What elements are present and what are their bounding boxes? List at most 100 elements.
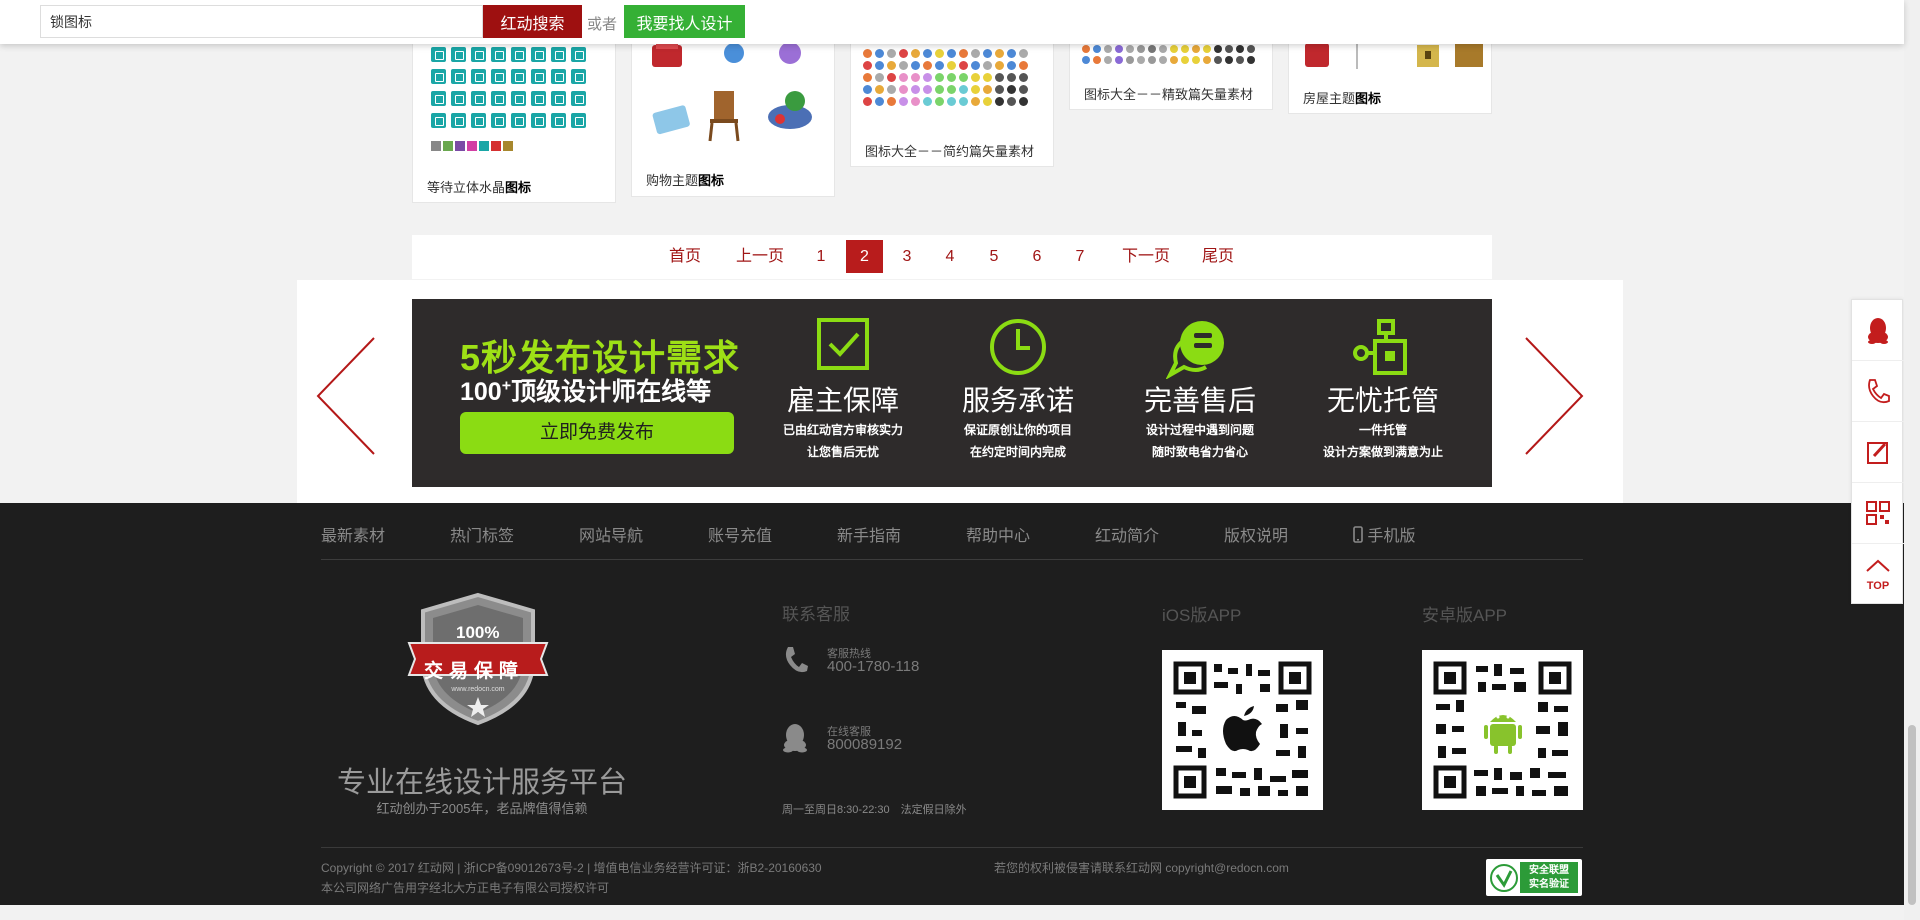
publish-free-button[interactable]: 立即免费发布	[460, 412, 734, 454]
result-card[interactable]: 图标大全－－简约篇矢量素材	[850, 38, 1054, 167]
page-last[interactable]: 尾页	[1198, 240, 1238, 273]
online-service-value: 800089192	[827, 736, 903, 753]
card-title[interactable]: 购物主题图标	[646, 170, 724, 189]
top-arrow-icon	[1866, 559, 1890, 572]
qrcode-icon	[1866, 501, 1890, 525]
shield-banner-text: 交易保障	[424, 661, 525, 682]
result-card[interactable]: 房屋主题图标	[1288, 38, 1492, 114]
result-card[interactable]: 等待立体水晶图标	[412, 38, 616, 203]
scrollbar-thumb[interactable]	[1908, 725, 1916, 905]
shield-url: www.redocn.com	[450, 686, 504, 693]
card-title[interactable]: 图标大全－－精致篇矢量素材	[1084, 84, 1253, 103]
page-number-active[interactable]: 2	[846, 240, 883, 273]
copyright-line: Copyright © 2017 红动网 | 浙ICP备09012673号-2 …	[321, 861, 822, 875]
promo-banner[interactable]: 5秒发布设计需求 100+顶级设计师在线等 立即免费发布 雇主保障 已由红动官方…	[412, 299, 1492, 487]
footer-nav-item[interactable]: 红动简介	[1095, 522, 1159, 546]
footer-divider	[321, 847, 1583, 848]
footer-slogan-sub: 红动创办于2005年，老品牌值得信赖	[376, 801, 588, 816]
page-number[interactable]: 7	[1070, 240, 1090, 273]
footer-nav-item[interactable]: 热门标签	[450, 522, 514, 546]
card-title[interactable]: 等待立体水晶图标	[427, 177, 531, 196]
trust-badge-text: 安全联盟 实名验证	[1520, 862, 1578, 893]
qq-icon	[1868, 318, 1888, 344]
page-number[interactable]: 5	[984, 240, 1004, 273]
page-prev[interactable]: 上一页	[732, 240, 788, 273]
card-title[interactable]: 房屋主题图标	[1303, 88, 1381, 107]
network-icon	[1353, 319, 1407, 375]
feature-desc: 让您售后无忧	[806, 445, 879, 459]
feature-title: 雇主保障	[786, 385, 899, 416]
feature-desc: 随时致电省力省心	[1151, 445, 1248, 459]
top-label: TOP	[1866, 580, 1890, 592]
page-number[interactable]: 6	[1027, 240, 1047, 273]
phone-icon	[785, 647, 808, 673]
android-app-heading: 安卓版APP	[1422, 606, 1508, 625]
card-thumbnail[interactable]	[640, 39, 826, 157]
floating-sidebar: TOP	[1851, 299, 1904, 605]
or-text: 或者	[587, 16, 618, 33]
sidebar-back-to-top[interactable]: TOP	[1852, 544, 1904, 605]
footer-nav-item[interactable]: 最新素材	[321, 522, 385, 546]
feature-title: 服务承诺	[961, 385, 1074, 416]
shield-percent: 100%	[456, 623, 500, 642]
footer-nav-mobile[interactable]: 手机版	[1353, 522, 1415, 546]
qq-icon	[783, 724, 807, 753]
sidebar-qrcode[interactable]	[1852, 483, 1904, 544]
page-next[interactable]: 下一页	[1118, 240, 1174, 273]
card-thumbnail[interactable]	[421, 39, 607, 159]
hotline-value: 400-1780-118	[827, 658, 920, 675]
banner-next-arrow-icon[interactable]	[1522, 336, 1586, 456]
page-number[interactable]: 1	[811, 240, 831, 273]
result-card[interactable]: 购物主题图标	[631, 38, 835, 197]
vertical-scrollbar[interactable]	[1904, 0, 1920, 920]
page-first[interactable]: 首页	[665, 240, 705, 273]
card-thumbnail[interactable]	[859, 39, 1045, 129]
page-number[interactable]: 4	[940, 240, 960, 273]
sidebar-phone[interactable]	[1852, 361, 1904, 422]
footer-nav-item[interactable]: 帮助中心	[966, 522, 1030, 546]
footer-nav-item[interactable]: 版权说明	[1224, 522, 1288, 546]
trust-verification-badge[interactable]: 安全联盟 实名验证	[1486, 859, 1582, 896]
footer-nav-item[interactable]: 账号充值	[708, 522, 772, 546]
feature-desc: 设计方案做到满意为止	[1322, 445, 1443, 459]
pagination: 首页 上一页 1 2 3 4 5 6 7 下一页 尾页	[412, 235, 1492, 279]
footer-slogan: 专业在线设计服务平台	[336, 767, 627, 799]
font-license-line: 本公司网络广告用字经北大方正电子有限公司授权许可	[321, 881, 610, 895]
page-bottom-strip	[0, 905, 1904, 920]
checkbox-icon	[817, 318, 869, 370]
feature-service-promise: 服务承诺 保证原创让你的项目 在约定时间内完成	[943, 317, 1093, 463]
feature-title: 无忧托管	[1326, 385, 1439, 416]
feature-escrow: 无忧托管 一件托管 设计方案做到满意为止	[1308, 317, 1458, 463]
mobile-phone-icon	[1353, 526, 1363, 543]
find-designer-button[interactable]: 我要找人设计	[624, 5, 745, 38]
ios-qr-code	[1162, 650, 1323, 810]
rights-contact-line: 若您的权利被侵害请联系红动网 copyright@redocn.com	[994, 861, 1289, 875]
sidebar-edit[interactable]	[1852, 422, 1904, 483]
card-thumbnail[interactable]	[1297, 39, 1483, 77]
search-input[interactable]	[40, 5, 483, 38]
search-button[interactable]: 红动搜索	[483, 5, 582, 38]
feature-after-sales: 完善售后 设计过程中遇到问题 随时致电省力省心	[1125, 317, 1275, 463]
promo-subline: 100+顶级设计师在线等	[460, 377, 712, 406]
phone-icon	[1868, 379, 1890, 404]
footer-nav-item[interactable]: 网站导航	[579, 522, 643, 546]
chat-bubble-icon	[1166, 321, 1224, 379]
sidebar-qq[interactable]	[1852, 300, 1904, 361]
footer-nav-item[interactable]: 新手指南	[837, 522, 901, 546]
clock-icon	[990, 319, 1046, 375]
card-title[interactable]: 图标大全－－简约篇矢量素材	[865, 141, 1034, 160]
result-card[interactable]: 图标大全－－精致篇矢量素材	[1069, 38, 1273, 110]
feature-title: 完善售后	[1143, 385, 1256, 416]
banner-prev-arrow-icon[interactable]	[314, 336, 378, 456]
contact-heading: 联系客服	[782, 605, 850, 624]
android-qr-code	[1422, 650, 1583, 810]
footer-nav: 最新素材 热门标签 网站导航 账号充值 新手指南 帮助中心 红动简介 版权说明 …	[321, 503, 1583, 560]
verified-shield-icon	[1490, 864, 1518, 892]
page-number[interactable]: 3	[897, 240, 917, 273]
feature-employer-guarantee: 雇主保障 已由红动官方审核实力 让您售后无忧	[768, 317, 918, 463]
feature-desc: 保证原创让你的项目	[963, 423, 1072, 437]
footer: 最新素材 热门标签 网站导航 账号充值 新手指南 帮助中心 红动简介 版权说明 …	[0, 503, 1904, 905]
feature-desc: 设计过程中遇到问题	[1145, 423, 1254, 437]
card-thumbnail[interactable]	[1078, 39, 1264, 73]
service-hours: 周一至周日8:30-22:30 法定假日除外	[782, 804, 967, 816]
